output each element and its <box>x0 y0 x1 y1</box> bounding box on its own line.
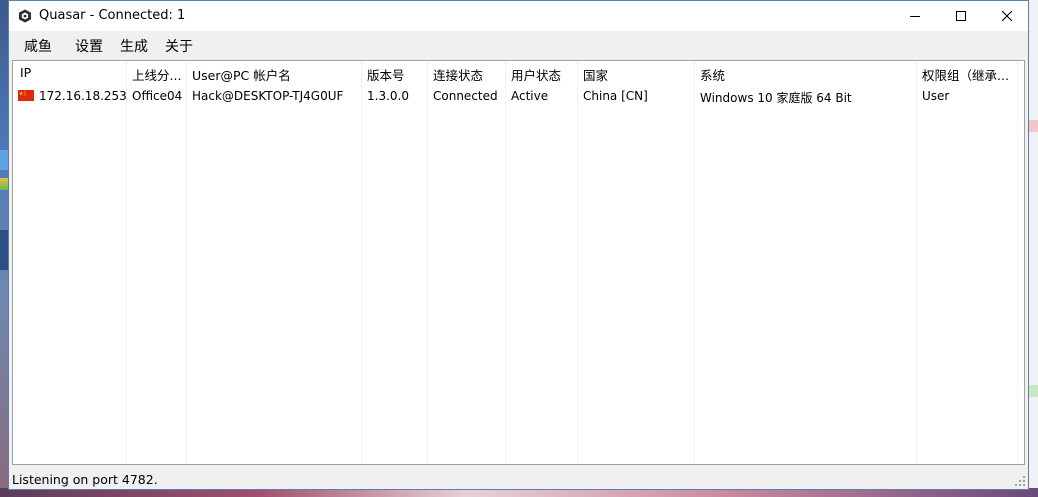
window-title: Quasar - Connected: 1 <box>39 8 186 23</box>
title-bar[interactable]: Quasar - Connected: 1 <box>9 1 1028 31</box>
menu-build[interactable]: 生成 <box>118 36 150 56</box>
column-header-ip[interactable]: IP <box>20 65 31 80</box>
column-separator[interactable] <box>916 61 917 464</box>
cn-flag-icon <box>18 90 34 101</box>
column-header-account-type[interactable]: 权限组（继承... <box>922 65 1009 84</box>
resize-grip-icon[interactable] <box>1015 476 1025 486</box>
column-separator[interactable] <box>694 61 695 464</box>
column-header-connection[interactable]: 连接状态 <box>433 65 483 84</box>
quasar-app-icon <box>19 9 31 23</box>
desktop-fragment <box>1029 385 1038 397</box>
column-separator[interactable] <box>427 61 428 464</box>
client-os[interactable]: Windows 10 家庭版 64 Bit <box>700 89 852 106</box>
menu-settings[interactable]: 设置 <box>73 36 105 56</box>
column-separator[interactable] <box>505 61 506 464</box>
client-connection[interactable]: Connected <box>433 89 498 103</box>
column-header-version[interactable]: 版本号 <box>367 65 405 84</box>
close-button[interactable] <box>984 1 1030 31</box>
column-separator[interactable] <box>1017 61 1018 464</box>
client-user-pc[interactable]: Hack@DESKTOP-TJ4G0UF <box>192 89 343 103</box>
column-header-user-pc[interactable]: User@PC 帐户名 <box>192 65 291 84</box>
client-account-type[interactable]: User <box>922 89 949 103</box>
minimize-icon <box>910 16 920 17</box>
column-separator[interactable] <box>186 61 187 464</box>
desktop-fragment <box>1029 120 1038 132</box>
desktop-fragment <box>0 150 8 170</box>
client-country[interactable]: China [CN] <box>583 89 648 103</box>
desktop-fragment <box>0 178 8 190</box>
client-version[interactable]: 1.3.0.0 <box>367 89 409 103</box>
column-header-country[interactable]: 国家 <box>583 65 608 84</box>
column-header-user-status[interactable]: 用户状态 <box>511 65 561 84</box>
status-text: Listening on port 4782. <box>12 472 158 487</box>
column-separator[interactable] <box>361 61 362 464</box>
desktop-left-edge <box>0 0 8 497</box>
menu-bar: 咸鱼 设置 生成 关于 <box>9 31 1028 59</box>
desktop-right-edge <box>1029 0 1038 497</box>
desktop-fragment <box>0 230 8 270</box>
minimize-button[interactable] <box>892 1 938 31</box>
menu-about[interactable]: 关于 <box>163 36 195 56</box>
client-user-status[interactable]: Active <box>511 89 548 103</box>
clients-list[interactable]: IP 上线分... User@PC 帐户名 版本号 连接状态 用户状态 国家 系… <box>12 60 1025 465</box>
column-header-tag[interactable]: 上线分... <box>132 65 181 84</box>
column-header-os[interactable]: 系统 <box>700 65 725 84</box>
maximize-icon <box>956 11 966 21</box>
column-separator[interactable] <box>577 61 578 464</box>
close-icon <box>1002 11 1012 21</box>
menu-xianyu[interactable]: 咸鱼 <box>22 36 54 56</box>
client-ip[interactable]: 172.16.18.253 <box>39 89 127 103</box>
client-tag[interactable]: Office04 <box>132 89 182 103</box>
status-bar: Listening on port 4782. <box>9 467 1028 489</box>
maximize-button[interactable] <box>938 1 984 31</box>
column-separator[interactable] <box>126 61 127 464</box>
main-window: Quasar - Connected: 1 咸鱼 设置 生成 关于 IP 上线分… <box>8 0 1029 490</box>
